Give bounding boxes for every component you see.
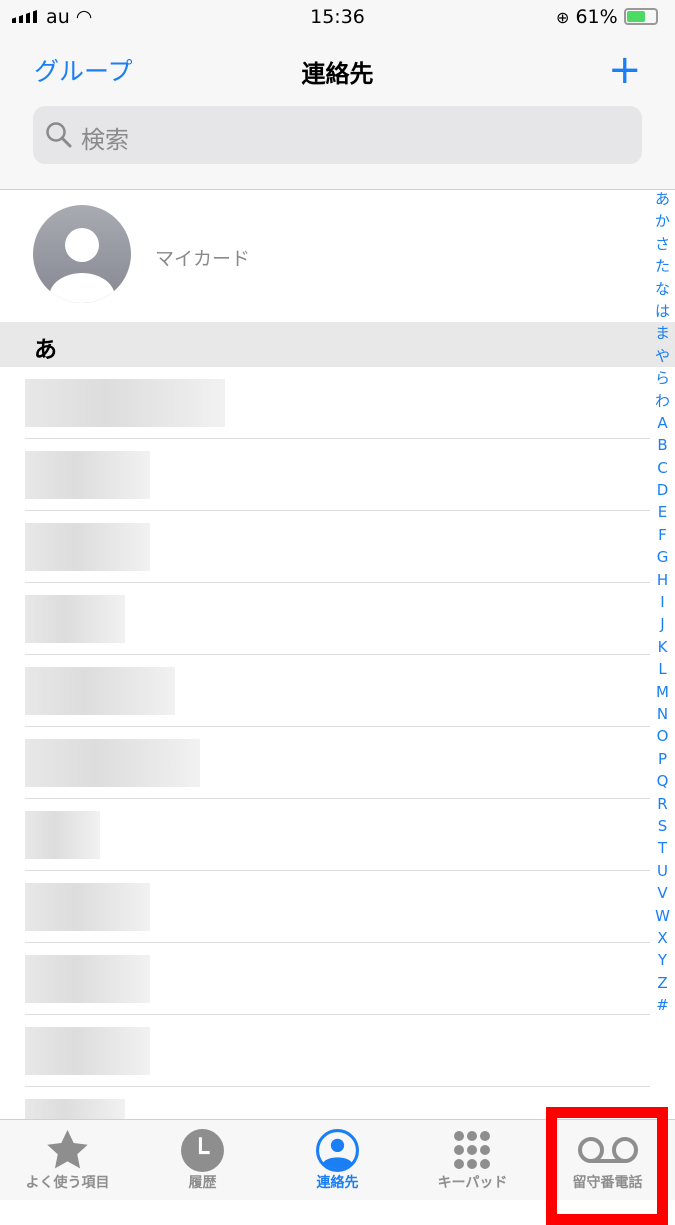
my-card-label[interactable]: マイカード [155, 244, 250, 271]
index-letter[interactable]: は [650, 300, 675, 322]
index-letter[interactable]: Q [650, 770, 675, 792]
contact-name-redacted [25, 739, 200, 787]
tab-label: 連絡先 [316, 1175, 359, 1191]
contact-row[interactable] [0, 655, 650, 727]
index-letter[interactable]: X [650, 927, 675, 949]
index-letter[interactable]: R [650, 793, 675, 815]
index-letter[interactable]: I [650, 591, 675, 613]
index-letter[interactable]: G [650, 546, 675, 568]
tab-label: よく使う項目 [25, 1175, 110, 1191]
index-letter[interactable]: D [650, 479, 675, 501]
contact-name-redacted [25, 451, 150, 499]
index-letter[interactable]: S [650, 815, 675, 837]
index-letter[interactable]: や [650, 345, 675, 367]
search-placeholder: 検索 [81, 126, 129, 154]
index-letter[interactable]: T [650, 837, 675, 859]
contact-row[interactable] [0, 727, 650, 799]
contact-row[interactable] [0, 583, 650, 655]
section-index[interactable]: あかさたなはまやらわ A B C D E F G H I J K L M N O P Q R S T U V W X Y Z # [650, 188, 675, 1016]
contact-row[interactable] [0, 871, 650, 943]
index-letter[interactable]: W [650, 905, 675, 927]
index-letter[interactable]: H [650, 569, 675, 591]
status-right: ⊕ 61% [556, 6, 658, 28]
index-letter[interactable]: F [650, 524, 675, 546]
plus-icon[interactable]: + [608, 50, 642, 90]
tab-label: 履歴 [188, 1175, 217, 1191]
contact-row[interactable] [0, 439, 650, 511]
person-icon [49, 228, 115, 303]
index-letter[interactable]: V [650, 882, 675, 904]
contact-row[interactable] [0, 367, 650, 439]
index-letter[interactable]: N [650, 703, 675, 725]
contact-name-redacted [25, 667, 175, 715]
index-letter[interactable]: O [650, 725, 675, 747]
index-letter[interactable]: L [650, 658, 675, 680]
index-letter[interactable]: さ [650, 233, 675, 255]
index-letter[interactable]: Z [650, 972, 675, 994]
tab-label: キーパッド [437, 1175, 508, 1191]
index-letter[interactable]: わ [650, 390, 675, 412]
orientation-lock-icon: ⊕ [556, 8, 570, 27]
index-letter[interactable]: J [650, 613, 675, 635]
tab-keypad[interactable]: キーパッド [405, 1120, 540, 1201]
contact-row[interactable] [0, 511, 650, 583]
index-letter[interactable]: か [650, 210, 675, 232]
contact-name-redacted [25, 379, 225, 427]
contact-row[interactable] [0, 799, 650, 871]
index-letter[interactable]: な [650, 278, 675, 300]
star-icon [47, 1129, 88, 1169]
contact-row[interactable] [0, 1015, 650, 1087]
search-input[interactable]: 検索 [33, 106, 642, 164]
header: au ◠ 15:36 ⊕ 61% グループ 連絡先 + 検索 [0, 0, 675, 190]
battery-icon [623, 8, 658, 25]
contact-name-redacted [25, 1027, 150, 1075]
keypad-icon [454, 1131, 490, 1169]
page-title: 連絡先 [301, 60, 374, 88]
contact-name-redacted [25, 595, 125, 643]
tab-contacts[interactable]: 連絡先 [270, 1120, 405, 1201]
index-letter[interactable]: た [650, 255, 675, 277]
contact-row[interactable] [0, 943, 650, 1015]
clock-icon [181, 1129, 224, 1172]
index-letter[interactable]: C [650, 457, 675, 479]
section-header: あ [0, 322, 675, 367]
tab-favorites[interactable]: よく使う項目 [0, 1120, 135, 1201]
search-icon [46, 122, 72, 148]
avatar[interactable] [33, 205, 131, 303]
battery-percent: 61% [575, 6, 618, 28]
index-letter[interactable]: あ [650, 188, 675, 210]
index-letter[interactable]: # [650, 994, 675, 1016]
index-letter[interactable]: M [650, 681, 675, 703]
contact-name-redacted [25, 955, 150, 1003]
person-circle-icon [316, 1129, 359, 1172]
index-letter[interactable]: P [650, 748, 675, 770]
index-letter[interactable]: E [650, 501, 675, 523]
index-letter[interactable]: ま [650, 322, 675, 344]
contact-name-redacted [25, 523, 150, 571]
index-letter[interactable]: U [650, 860, 675, 882]
tab-recents[interactable]: 履歴 [135, 1120, 270, 1201]
index-letter[interactable]: A [650, 412, 675, 434]
index-letter[interactable]: Y [650, 949, 675, 971]
contact-name-redacted [25, 883, 150, 931]
contact-name-redacted [25, 811, 100, 859]
section-title: あ [34, 337, 57, 363]
highlight-box [546, 1107, 668, 1225]
index-letter[interactable]: ら [650, 367, 675, 389]
index-letter[interactable]: K [650, 636, 675, 658]
index-letter[interactable]: B [650, 434, 675, 456]
